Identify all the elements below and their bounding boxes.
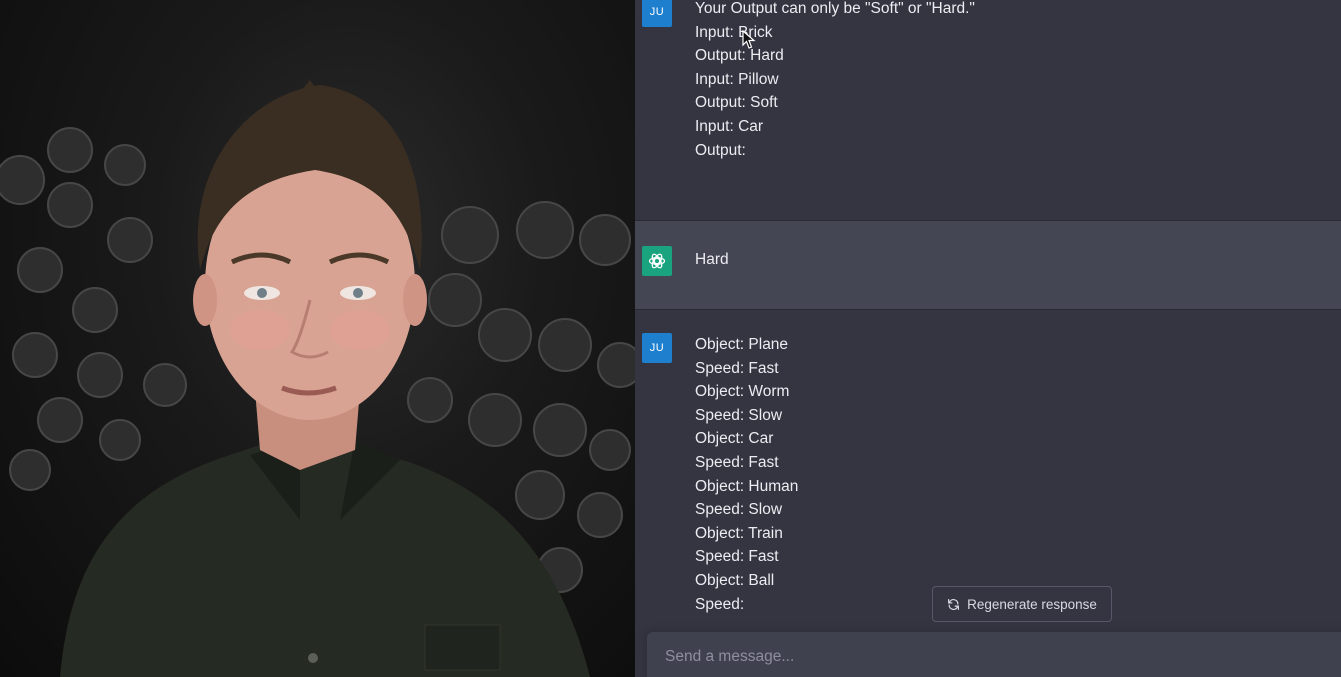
message-line: Output: <box>695 141 746 159</box>
message-line: Speed: Fast <box>695 359 779 377</box>
mouse-cursor-icon <box>742 30 756 49</box>
message-composer <box>647 632 1341 677</box>
user-message-1: JU Your Output can only be "Soft" or "Ha… <box>635 0 1341 220</box>
regenerate-label: Regenerate response <box>967 596 1097 612</box>
message-line: Object: Plane <box>695 336 789 353</box>
user-message-text: Object: Plane Speed: Fast Object: Worm S… <box>695 333 798 616</box>
chat-panel: JU Your Output can only be "Soft" or "Ha… <box>635 0 1341 677</box>
message-line: Object: Car <box>695 430 774 448</box>
user-message-2: JU Object: Plane Speed: Fast Object: Wor… <box>635 310 1341 630</box>
assistant-message-text: Hard <box>695 248 729 272</box>
webcam-video <box>0 0 635 677</box>
message-line: Object: Worm <box>695 383 790 401</box>
message-line: Object: Train <box>695 524 783 542</box>
assistant-message: Hard <box>635 221 1341 309</box>
message-line: Output: Soft <box>695 94 778 112</box>
message-line: Input: Brick <box>695 23 773 41</box>
message-input[interactable] <box>663 644 1307 670</box>
user-message-text: Your Output can only be "Soft" or "Hard.… <box>695 0 975 162</box>
presenter-video-frame <box>0 80 635 677</box>
regenerate-response-button[interactable]: Regenerate response <box>932 586 1112 622</box>
message-line: Input: Car <box>695 117 764 135</box>
message-line: Speed: Fast <box>695 548 779 566</box>
user-avatar: JU <box>642 333 672 363</box>
message-line: Object: Human <box>695 477 799 495</box>
user-avatar: JU <box>642 0 672 27</box>
message-line: Output: Hard <box>695 47 784 65</box>
message-line: Input: Pillow <box>695 70 779 88</box>
message-line: Speed: <box>695 595 745 613</box>
message-line: Speed: Slow <box>695 501 783 519</box>
message-line: Hard <box>695 251 729 268</box>
refresh-icon <box>948 598 960 610</box>
openai-logo-icon <box>642 246 672 276</box>
message-line: Speed: Fast <box>695 453 779 471</box>
message-line: Speed: Slow <box>695 406 783 424</box>
message-line: Your Output can only be "Soft" or "Hard.… <box>695 0 975 17</box>
message-line: Object: Ball <box>695 571 775 589</box>
